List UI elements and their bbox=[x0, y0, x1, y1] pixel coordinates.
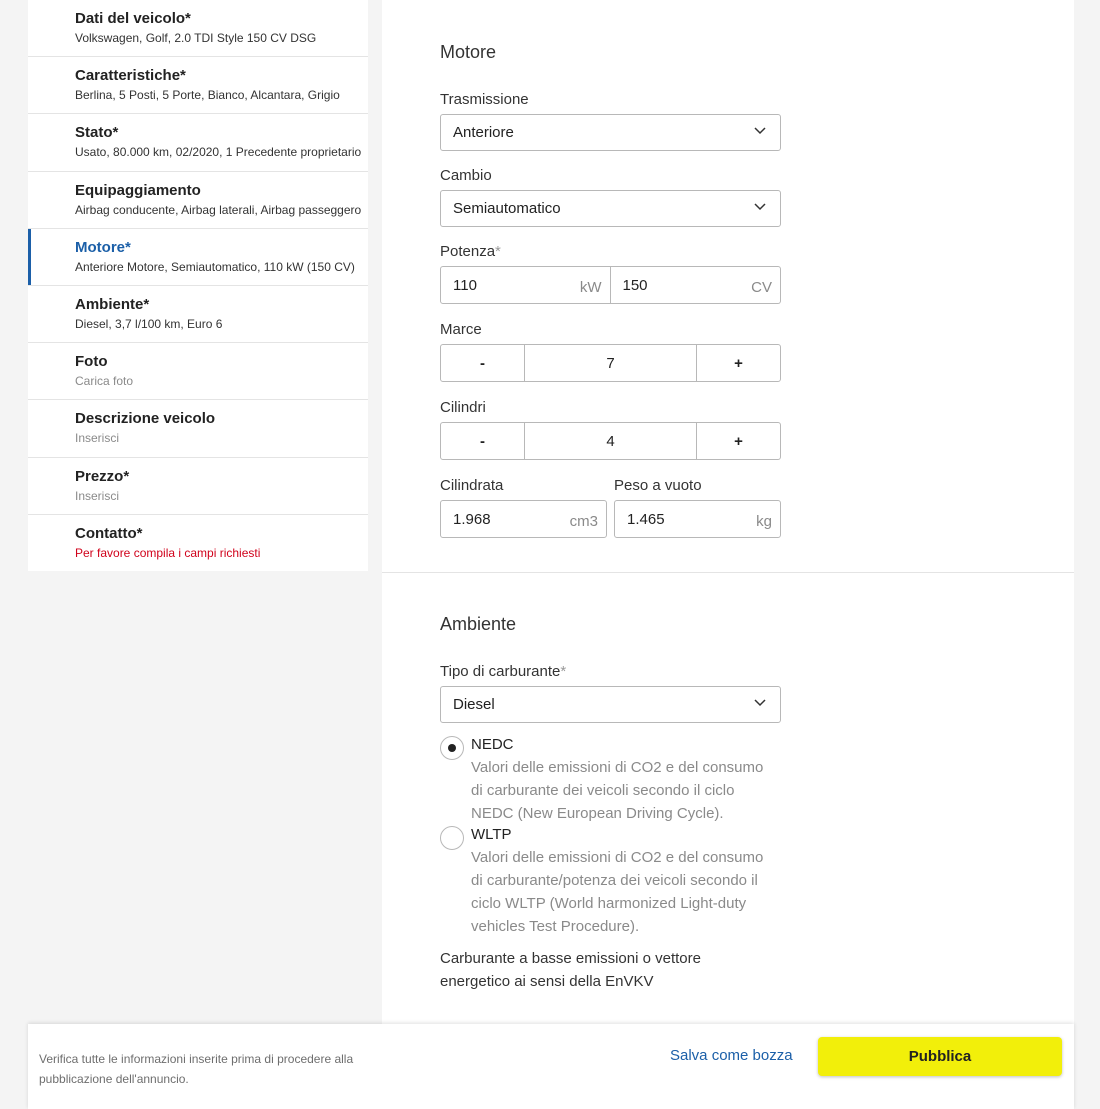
unit-label: CV bbox=[751, 279, 772, 296]
sidebar-item-title: Contatto* bbox=[75, 524, 143, 542]
sidebar-item-foto[interactable]: Foto Carica foto bbox=[28, 343, 368, 401]
unit-label: kg bbox=[756, 513, 772, 530]
form-panel: Motore Trasmissione Anteriore Cambio Sem… bbox=[382, 0, 1074, 1109]
section-divider bbox=[382, 572, 1074, 573]
section-title: Motore bbox=[440, 42, 497, 62]
sidebar-item-title: Prezzo* bbox=[75, 467, 130, 485]
page: Dati del veicolo* Volkswagen, Golf, 2.0 … bbox=[0, 0, 1100, 1109]
sidebar-item-title: Dati del veicolo* bbox=[75, 10, 191, 27]
section-title: Ambiente bbox=[440, 614, 517, 634]
sidebar-nav: Dati del veicolo* Volkswagen, Golf, 2.0 … bbox=[28, 0, 368, 571]
radio-description: Valori delle emissioni di CO2 e del cons… bbox=[471, 759, 764, 822]
cilindri-decrement-button[interactable]: - bbox=[440, 422, 525, 460]
sidebar-item-equipaggiamento[interactable]: Equipaggiamento Airbag conducente, Airba… bbox=[28, 172, 368, 229]
marce-increment-button[interactable]: + bbox=[696, 344, 781, 382]
sidebar-item-title: Ambiente* bbox=[75, 295, 150, 313]
sidebar-item-summary: Inserisci bbox=[75, 488, 120, 503]
sidebar-item-summary: Volkswagen, Golf, 2.0 TDI Style 150 CV D… bbox=[75, 31, 317, 45]
sidebar-item-dati-veicolo[interactable]: Dati del veicolo* Volkswagen, Golf, 2.0 … bbox=[28, 0, 368, 58]
select-value: Diesel bbox=[453, 696, 495, 713]
sidebar-item-ambiente[interactable]: Ambiente* Diesel, 3,7 l/100 km, Euro 6 bbox=[28, 286, 368, 344]
carburante-label: Tipo di carburante* bbox=[440, 663, 781, 680]
cilindri-value[interactable]: 4 bbox=[525, 422, 696, 460]
marce-stepper: - 7 + bbox=[440, 344, 781, 382]
input-value: 110 bbox=[453, 277, 477, 294]
chevron-down-icon bbox=[754, 127, 766, 135]
select-value: Anteriore bbox=[453, 124, 514, 141]
sidebar-item-caratteristiche[interactable]: Caratteristiche* Berlina, 5 Posti, 5 Por… bbox=[28, 57, 368, 115]
sidebar-item-title: Motore* bbox=[75, 238, 131, 256]
cilindri-label: Cilindri bbox=[440, 399, 486, 416]
input-value: 1.465 bbox=[627, 511, 665, 528]
sidebar-item-error: Per favore compila i campi richiesti bbox=[75, 545, 261, 560]
chevron-down-icon bbox=[754, 699, 766, 707]
potenza-inputs: 110 kW 150 CV bbox=[440, 266, 781, 304]
sidebar-item-title: Caratteristiche* bbox=[75, 67, 186, 85]
cilindri-stepper: - 4 + bbox=[440, 422, 781, 460]
sidebar-item-contatto[interactable]: Contatto* Per favore compila i campi ric… bbox=[28, 515, 368, 572]
potenza-label-text: Potenza bbox=[440, 243, 496, 260]
required-asterisk: * bbox=[495, 243, 501, 260]
sidebar-item-summary: Carica foto bbox=[75, 374, 134, 389]
sidebar-item-stato[interactable]: Stato* Usato, 80.000 km, 02/2020, 1 Prec… bbox=[28, 114, 368, 172]
save-draft-button[interactable]: Salva come bozza bbox=[670, 1047, 793, 1064]
potenza-kw-input[interactable]: 110 kW bbox=[440, 266, 611, 304]
sidebar-item-descrizione[interactable]: Descrizione veicolo Inserisci bbox=[28, 400, 368, 458]
chevron-down-icon bbox=[754, 203, 766, 211]
trasmissione-select[interactable]: Anteriore bbox=[440, 114, 781, 151]
cilindri-increment-button[interactable]: + bbox=[696, 422, 781, 460]
peso-label: Peso a vuoto bbox=[614, 477, 702, 494]
select-value: Semiautomatico bbox=[453, 200, 561, 217]
ambiente-section: Ambiente Tipo di carburante* Diesel NEDC… bbox=[440, 614, 781, 999]
basse-emissioni-label: Carburante a basse emissioni o vettore e… bbox=[440, 950, 701, 990]
radio-wltp-control[interactable] bbox=[440, 826, 464, 850]
sidebar-item-summary: Anteriore Motore, Semiautomatico, 110 kW… bbox=[75, 259, 355, 274]
radio-label: NEDC bbox=[471, 736, 514, 753]
marce-value[interactable]: 7 bbox=[525, 344, 696, 382]
required-asterisk: * bbox=[560, 663, 567, 680]
input-value: 1.968 bbox=[453, 511, 491, 528]
footer-action-bar: Verifica tutte le informazioni inserite … bbox=[28, 1024, 1074, 1109]
publish-button[interactable]: Pubblica bbox=[818, 1037, 1062, 1076]
carburante-label-text: Tipo di carburante bbox=[440, 663, 561, 680]
radio-wltp[interactable]: WLTP Valori delle emissioni di CO2 e del… bbox=[440, 826, 781, 938]
radio-nedc-control[interactable] bbox=[440, 736, 464, 760]
carburante-select[interactable]: Diesel bbox=[440, 686, 781, 723]
sidebar-item-title: Descrizione veicolo bbox=[75, 410, 216, 428]
peso-input[interactable]: 1.465 kg bbox=[614, 500, 781, 538]
cilindrata-peso-row: Cilindrata 1.968 cm3 Peso a vuoto 1.465 … bbox=[440, 477, 781, 538]
sidebar-item-summary: Inserisci bbox=[75, 431, 120, 446]
marce-decrement-button[interactable]: - bbox=[440, 344, 525, 382]
cambio-label: Cambio bbox=[440, 167, 492, 184]
unit-label: kW bbox=[579, 279, 602, 296]
radio-label: WLTP bbox=[471, 826, 512, 843]
sidebar-item-motore[interactable]: Motore* Anteriore Motore, Semiautomatico… bbox=[28, 228, 368, 286]
cilindrata-input[interactable]: 1.968 cm3 bbox=[440, 500, 607, 538]
sidebar-item-title: Foto bbox=[75, 353, 108, 371]
sidebar-item-summary: Airbag conducente, Airbag laterali, Airb… bbox=[75, 202, 362, 217]
potenza-label: Potenza* bbox=[440, 243, 781, 260]
input-value: 150 bbox=[622, 277, 648, 294]
radio-description: Valori delle emissioni di CO2 e del cons… bbox=[471, 849, 764, 935]
radio-nedc[interactable]: NEDC Valori delle emissioni di CO2 e del… bbox=[440, 736, 781, 825]
marce-label: Marce bbox=[440, 321, 482, 338]
footer-note: Verifica tutte le informazioni inserite … bbox=[39, 1052, 354, 1086]
potenza-cv-input[interactable]: 150 CV bbox=[610, 266, 781, 304]
trasmissione-label: Trasmissione bbox=[440, 91, 529, 108]
cambio-select[interactable]: Semiautomatico bbox=[440, 190, 781, 227]
sidebar-item-summary: Berlina, 5 Posti, 5 Porte, Bianco, Alcan… bbox=[75, 88, 340, 103]
sidebar-item-title: Stato* bbox=[75, 124, 119, 142]
sidebar-item-summary: Usato, 80.000 km, 02/2020, 1 Precedente … bbox=[75, 145, 362, 160]
sidebar-item-summary: Diesel, 3,7 l/100 km, Euro 6 bbox=[75, 316, 223, 331]
cilindrata-label: Cilindrata bbox=[440, 477, 504, 494]
sidebar-item-title: Equipaggiamento bbox=[75, 181, 201, 199]
motore-section: Motore Trasmissione Anteriore Cambio Sem… bbox=[440, 42, 781, 538]
sidebar-item-prezzo[interactable]: Prezzo* Inserisci bbox=[28, 458, 368, 515]
unit-label: cm3 bbox=[569, 513, 598, 530]
